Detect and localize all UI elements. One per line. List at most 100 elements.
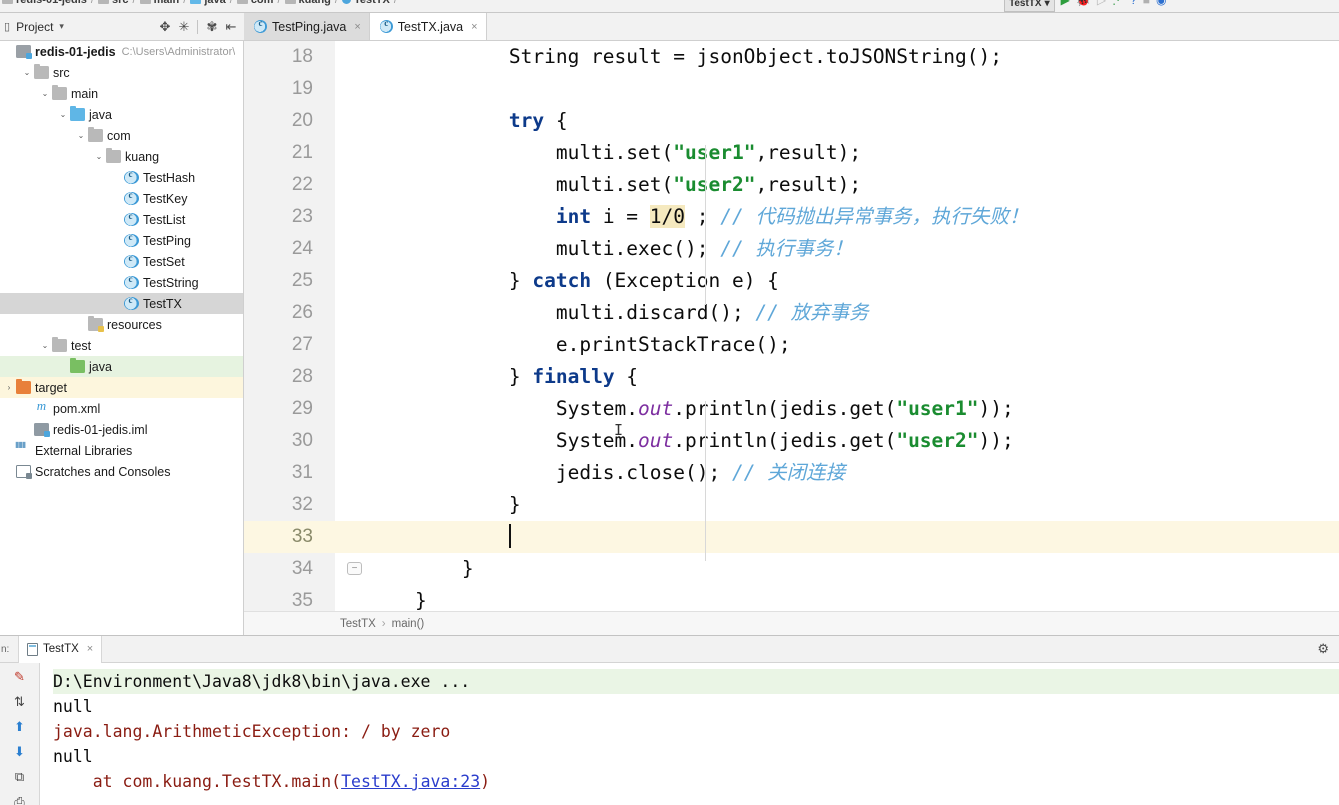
code-line[interactable]: 27 e.printStackTrace(); xyxy=(244,329,1339,361)
rerun-icon[interactable]: ✎ xyxy=(10,669,30,685)
tree-node-testlist[interactable]: · TestList xyxy=(0,209,243,230)
code-area[interactable]: 18 String result = jsonObject.toJSONStri… xyxy=(244,41,1339,611)
fold-cell[interactable] xyxy=(335,73,368,105)
tree-node-redis-01-jedis-iml[interactable]: · redis-01-jedis.iml xyxy=(0,419,243,440)
stacktrace-link[interactable]: TestTX.java:23 xyxy=(341,772,480,791)
editor-tab-bar[interactable]: TestPing.java × TestTX.java × xyxy=(244,13,1339,41)
up-arrow-icon[interactable]: ⬆ xyxy=(10,719,30,735)
chevron-down-icon[interactable]: ⌄ xyxy=(20,68,34,77)
tree-node-test[interactable]: ⌄ test xyxy=(0,335,243,356)
fold-cell[interactable] xyxy=(335,489,368,521)
sort-icon[interactable]: ⇅ xyxy=(10,694,30,710)
hide-icon[interactable]: ⇤ xyxy=(222,18,240,36)
top-breadcrumb-item[interactable]: com xyxy=(236,0,273,6)
tree-node-redis-01-jedis[interactable]: · redis-01-jedis C:\Users\Administrator\ xyxy=(0,41,243,62)
code-line[interactable]: 35 } xyxy=(244,585,1339,611)
search-icon[interactable]: ◉ xyxy=(1156,0,1166,7)
code-line[interactable]: 20 try { xyxy=(244,105,1339,137)
breadcrumb-class[interactable]: TestTX xyxy=(340,618,376,630)
top-breadcrumb-item[interactable]: java xyxy=(190,0,226,6)
tree-node-testtx[interactable]: · TestTX xyxy=(0,293,243,314)
profile-icon[interactable]: ⋰ xyxy=(1112,0,1124,7)
editor-tab-testping[interactable]: TestPing.java × xyxy=(244,13,370,40)
run-tab-testtx[interactable]: TestTX × xyxy=(18,635,103,663)
close-icon[interactable]: × xyxy=(87,643,93,655)
tree-node-src[interactable]: ⌄ src xyxy=(0,62,243,83)
code-line[interactable]: 23 int i = 1/0 ; // 代码抛出异常事务，执行失败！ xyxy=(244,201,1339,233)
fold-cell[interactable] xyxy=(335,169,368,201)
tree-node-target[interactable]: › target xyxy=(0,377,243,398)
code-line[interactable]: 24 multi.exec(); // 执行事务！ xyxy=(244,233,1339,265)
code-line[interactable]: 32 } xyxy=(244,489,1339,521)
print-icon[interactable]: ⎙ xyxy=(10,794,30,805)
fold-cell[interactable] xyxy=(335,201,368,233)
code-line[interactable]: 21 multi.set("user1",result); xyxy=(244,137,1339,169)
top-breadcrumb-item[interactable]: redis-01-jedis xyxy=(2,0,87,6)
project-tree[interactable]: ·redis-01-jedisC:\Users\Administrator\⌄s… xyxy=(0,41,244,635)
tree-node-main[interactable]: ⌄ main xyxy=(0,83,243,104)
tree-node-kuang[interactable]: ⌄ kuang xyxy=(0,146,243,167)
code-line[interactable]: 19 xyxy=(244,73,1339,105)
debug-icon[interactable]: 🐞 xyxy=(1076,0,1091,7)
tree-node-pom-xml[interactable]: · pom.xml xyxy=(0,398,243,419)
tree-node-scratches-and-consoles[interactable]: · Scratches and Consoles xyxy=(0,461,243,482)
chevron-down-icon[interactable]: ⌄ xyxy=(38,341,52,350)
code-line[interactable]: 30 System.out.println(jedis.get("user2")… xyxy=(244,425,1339,457)
run-configuration-selector[interactable]: TestTX ▾ xyxy=(1004,0,1055,12)
chevron-down-icon[interactable]: ⌄ xyxy=(74,131,88,140)
code-line[interactable]: 34− } xyxy=(244,553,1339,585)
fold-cell[interactable] xyxy=(335,41,368,73)
fold-collapse-icon[interactable]: − xyxy=(347,562,362,575)
fold-cell[interactable] xyxy=(335,105,368,137)
tree-node-testkey[interactable]: · TestKey xyxy=(0,188,243,209)
top-breadcrumb-item[interactable]: kuang xyxy=(284,0,331,6)
fold-cell[interactable]: − xyxy=(335,553,368,585)
run-icon[interactable]: ▶ xyxy=(1061,0,1070,7)
fold-cell[interactable] xyxy=(335,137,368,169)
top-breadcrumb-item[interactable]: main xyxy=(139,0,179,6)
chevron-down-icon[interactable]: ▾ xyxy=(59,21,64,32)
soft-wrap-icon[interactable]: ⧉ xyxy=(10,769,30,785)
code-line[interactable]: 33 xyxy=(244,521,1339,553)
help-icon[interactable]: ? xyxy=(1130,0,1137,7)
down-arrow-icon[interactable]: ⬇ xyxy=(10,744,30,760)
collapse-all-icon[interactable]: ✳ xyxy=(175,18,193,36)
code-editor[interactable]: 18 String result = jsonObject.toJSONStri… xyxy=(244,41,1339,611)
tree-node-java[interactable]: ⌄ java xyxy=(0,104,243,125)
fold-cell[interactable] xyxy=(335,297,368,329)
tree-node-com[interactable]: ⌄ com xyxy=(0,125,243,146)
locate-icon[interactable]: ✥ xyxy=(156,18,174,36)
editor-breadcrumb[interactable]: TestTX › main() xyxy=(244,611,1339,635)
code-line[interactable]: 26 multi.discard(); // 放弃事务 xyxy=(244,297,1339,329)
tree-node-testset[interactable]: · TestSet xyxy=(0,251,243,272)
run-with-coverage-icon[interactable]: ▷ xyxy=(1097,0,1106,7)
chevron-right-icon[interactable]: › xyxy=(2,383,16,392)
editor-tab-testtx[interactable]: TestTX.java × xyxy=(369,13,487,40)
fold-cell[interactable] xyxy=(335,393,368,425)
tree-node-teststring[interactable]: · TestString xyxy=(0,272,243,293)
fold-cell[interactable] xyxy=(335,361,368,393)
fold-cell[interactable] xyxy=(335,585,368,611)
code-line[interactable]: 22 multi.set("user2",result); xyxy=(244,169,1339,201)
chevron-down-icon[interactable]: ⌄ xyxy=(56,110,70,119)
fold-cell[interactable] xyxy=(335,265,368,297)
code-line[interactable]: 31 jedis.close(); // 关闭连接 xyxy=(244,457,1339,489)
fold-cell[interactable] xyxy=(335,521,368,553)
breadcrumb-method[interactable]: main() xyxy=(392,618,425,630)
gear-icon[interactable]: ⚙ xyxy=(1317,641,1329,657)
top-breadcrumb-item[interactable]: TestTX xyxy=(341,0,390,6)
code-line[interactable]: 28 } finally { xyxy=(244,361,1339,393)
settings-icon[interactable]: ✾ xyxy=(203,18,221,36)
code-line[interactable]: 18 String result = jsonObject.toJSONStri… xyxy=(244,41,1339,73)
console-output[interactable]: D:\Environment\Java8\jdk8\bin\java.exe .… xyxy=(40,663,1339,805)
tree-node-external-libraries[interactable]: · External Libraries xyxy=(0,440,243,461)
close-icon[interactable]: × xyxy=(471,21,477,33)
chevron-down-icon[interactable]: ⌄ xyxy=(92,152,106,161)
tree-node-testhash[interactable]: · TestHash xyxy=(0,167,243,188)
close-icon[interactable]: × xyxy=(354,21,360,33)
fold-cell[interactable] xyxy=(335,233,368,265)
fold-cell[interactable] xyxy=(335,425,368,457)
tree-node-testping[interactable]: · TestPing xyxy=(0,230,243,251)
tree-node-resources[interactable]: · resources xyxy=(0,314,243,335)
tree-node-java[interactable]: · java xyxy=(0,356,243,377)
